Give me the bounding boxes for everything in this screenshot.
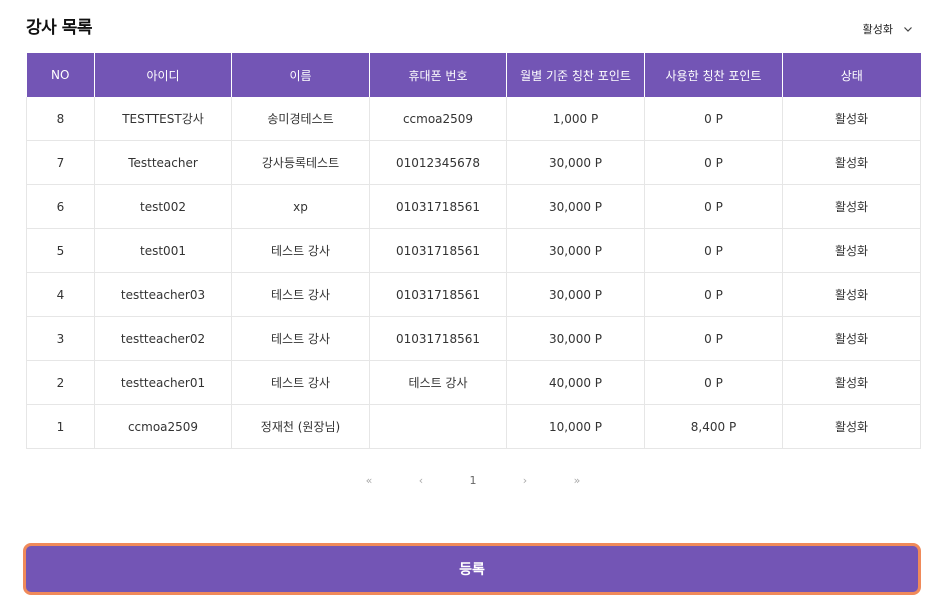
- table-header-row: NO 아이디 이름 휴대폰 번호 월별 기준 칭찬 포인트 사용한 칭찬 포인트…: [26, 53, 921, 97]
- cell-monthly-points: 30,000 P: [506, 272, 645, 317]
- cell-phone: 01012345678: [369, 140, 507, 185]
- cell-used-points: 0 P: [644, 184, 783, 229]
- cell-phone: [369, 404, 507, 449]
- pagination-page-1[interactable]: 1: [447, 474, 499, 487]
- cell-used-points: 0 P: [644, 228, 783, 273]
- cell-used-points: 0 P: [644, 316, 783, 361]
- cell-monthly-points: 30,000 P: [506, 228, 645, 273]
- cell-status: 활성화: [782, 272, 921, 317]
- cell-phone: 01031718561: [369, 228, 507, 273]
- cell-phone: 01031718561: [369, 184, 507, 229]
- page-title: 강사 목록: [26, 18, 92, 38]
- cell-phone: ccmoa2509: [369, 97, 507, 141]
- cell-name: 테스트 강사: [231, 272, 370, 317]
- cell-status: 활성화: [782, 404, 921, 449]
- cell-status: 활성화: [782, 140, 921, 185]
- cell-status: 활성화: [782, 97, 921, 141]
- cell-id: Testteacher: [94, 140, 232, 185]
- cell-used-points: 0 P: [644, 272, 783, 317]
- cell-phone: 01031718561: [369, 316, 507, 361]
- column-header-monthly-points: 월별 기준 칭찬 포인트: [506, 53, 645, 97]
- cell-status: 활성화: [782, 316, 921, 361]
- cell-monthly-points: 40,000 P: [506, 360, 645, 405]
- column-header-id: 아이디: [94, 53, 232, 97]
- cell-id: test002: [94, 184, 232, 229]
- teacher-list-page: 강사 목록 활성화 NO 아이디 이름 휴대폰 번호 월별 기준 칭찬 포인트 …: [0, 0, 943, 612]
- chevron-down-icon: [903, 24, 913, 34]
- cell-no: 4: [26, 272, 95, 317]
- column-header-status: 상태: [782, 53, 921, 97]
- cell-monthly-points: 1,000 P: [506, 97, 645, 141]
- table-row[interactable]: 1 ccmoa2509 정재천 (원장님) 10,000 P 8,400 P 활…: [26, 404, 921, 449]
- cell-used-points: 0 P: [644, 360, 783, 405]
- cell-status: 활성화: [782, 184, 921, 229]
- cell-monthly-points: 30,000 P: [506, 184, 645, 229]
- cell-name: 정재천 (원장님): [231, 404, 370, 449]
- column-header-phone: 휴대폰 번호: [369, 53, 507, 97]
- cell-phone: 테스트 강사: [369, 360, 507, 405]
- pagination-first-button[interactable]: «: [343, 474, 395, 487]
- cell-id: testteacher03: [94, 272, 232, 317]
- cell-status: 활성화: [782, 360, 921, 405]
- cell-id: ccmoa2509: [94, 404, 232, 449]
- cell-monthly-points: 10,000 P: [506, 404, 645, 449]
- cell-name: 테스트 강사: [231, 360, 370, 405]
- teacher-table-container: NO 아이디 이름 휴대폰 번호 월별 기준 칭찬 포인트 사용한 칭찬 포인트…: [26, 53, 921, 449]
- cell-name: 테스트 강사: [231, 316, 370, 361]
- column-header-used-points: 사용한 칭찬 포인트: [644, 53, 783, 97]
- cell-name: 송미경테스트: [231, 97, 370, 141]
- table-row[interactable]: 6 test002 xp 01031718561 30,000 P 0 P 활성…: [26, 184, 921, 229]
- cell-phone: 01031718561: [369, 272, 507, 317]
- cell-no: 6: [26, 184, 95, 229]
- cell-used-points: 8,400 P: [644, 404, 783, 449]
- list-header: 강사 목록 활성화: [26, 13, 917, 43]
- cell-no: 1: [26, 404, 95, 449]
- cell-used-points: 0 P: [644, 140, 783, 185]
- column-header-name: 이름: [231, 53, 370, 97]
- pagination-last-button[interactable]: »: [551, 474, 603, 487]
- pagination-next-button[interactable]: ›: [499, 474, 551, 487]
- cell-name: xp: [231, 184, 370, 229]
- cell-monthly-points: 30,000 P: [506, 316, 645, 361]
- cell-no: 2: [26, 360, 95, 405]
- pagination: « ‹ 1 › »: [26, 474, 920, 487]
- teacher-table: NO 아이디 이름 휴대폰 번호 월별 기준 칭찬 포인트 사용한 칭찬 포인트…: [26, 53, 921, 449]
- cell-name: 테스트 강사: [231, 228, 370, 273]
- status-filter-dropdown[interactable]: 활성화: [863, 21, 913, 37]
- table-row[interactable]: 8 TESTTEST강사 송미경테스트 ccmoa2509 1,000 P 0 …: [26, 97, 921, 141]
- column-header-no: NO: [26, 53, 95, 97]
- table-row[interactable]: 5 test001 테스트 강사 01031718561 30,000 P 0 …: [26, 228, 921, 273]
- table-row[interactable]: 4 testteacher03 테스트 강사 01031718561 30,00…: [26, 272, 921, 317]
- cell-status: 활성화: [782, 228, 921, 273]
- cell-id: testteacher01: [94, 360, 232, 405]
- cell-monthly-points: 30,000 P: [506, 140, 645, 185]
- pagination-prev-button[interactable]: ‹: [395, 474, 447, 487]
- table-row[interactable]: 2 testteacher01 테스트 강사 테스트 강사 40,000 P 0…: [26, 360, 921, 405]
- cell-no: 8: [26, 97, 95, 141]
- cell-no: 5: [26, 228, 95, 273]
- table-row[interactable]: 7 Testteacher 강사등록테스트 01012345678 30,000…: [26, 140, 921, 185]
- cell-id: TESTTEST강사: [94, 97, 232, 141]
- cell-used-points: 0 P: [644, 97, 783, 141]
- register-button[interactable]: 등록: [23, 543, 921, 595]
- cell-no: 7: [26, 140, 95, 185]
- table-row[interactable]: 3 testteacher02 테스트 강사 01031718561 30,00…: [26, 316, 921, 361]
- status-filter-value: 활성화: [862, 23, 893, 36]
- cell-id: testteacher02: [94, 316, 232, 361]
- cell-id: test001: [94, 228, 232, 273]
- cell-name: 강사등록테스트: [231, 140, 370, 185]
- cell-no: 3: [26, 316, 95, 361]
